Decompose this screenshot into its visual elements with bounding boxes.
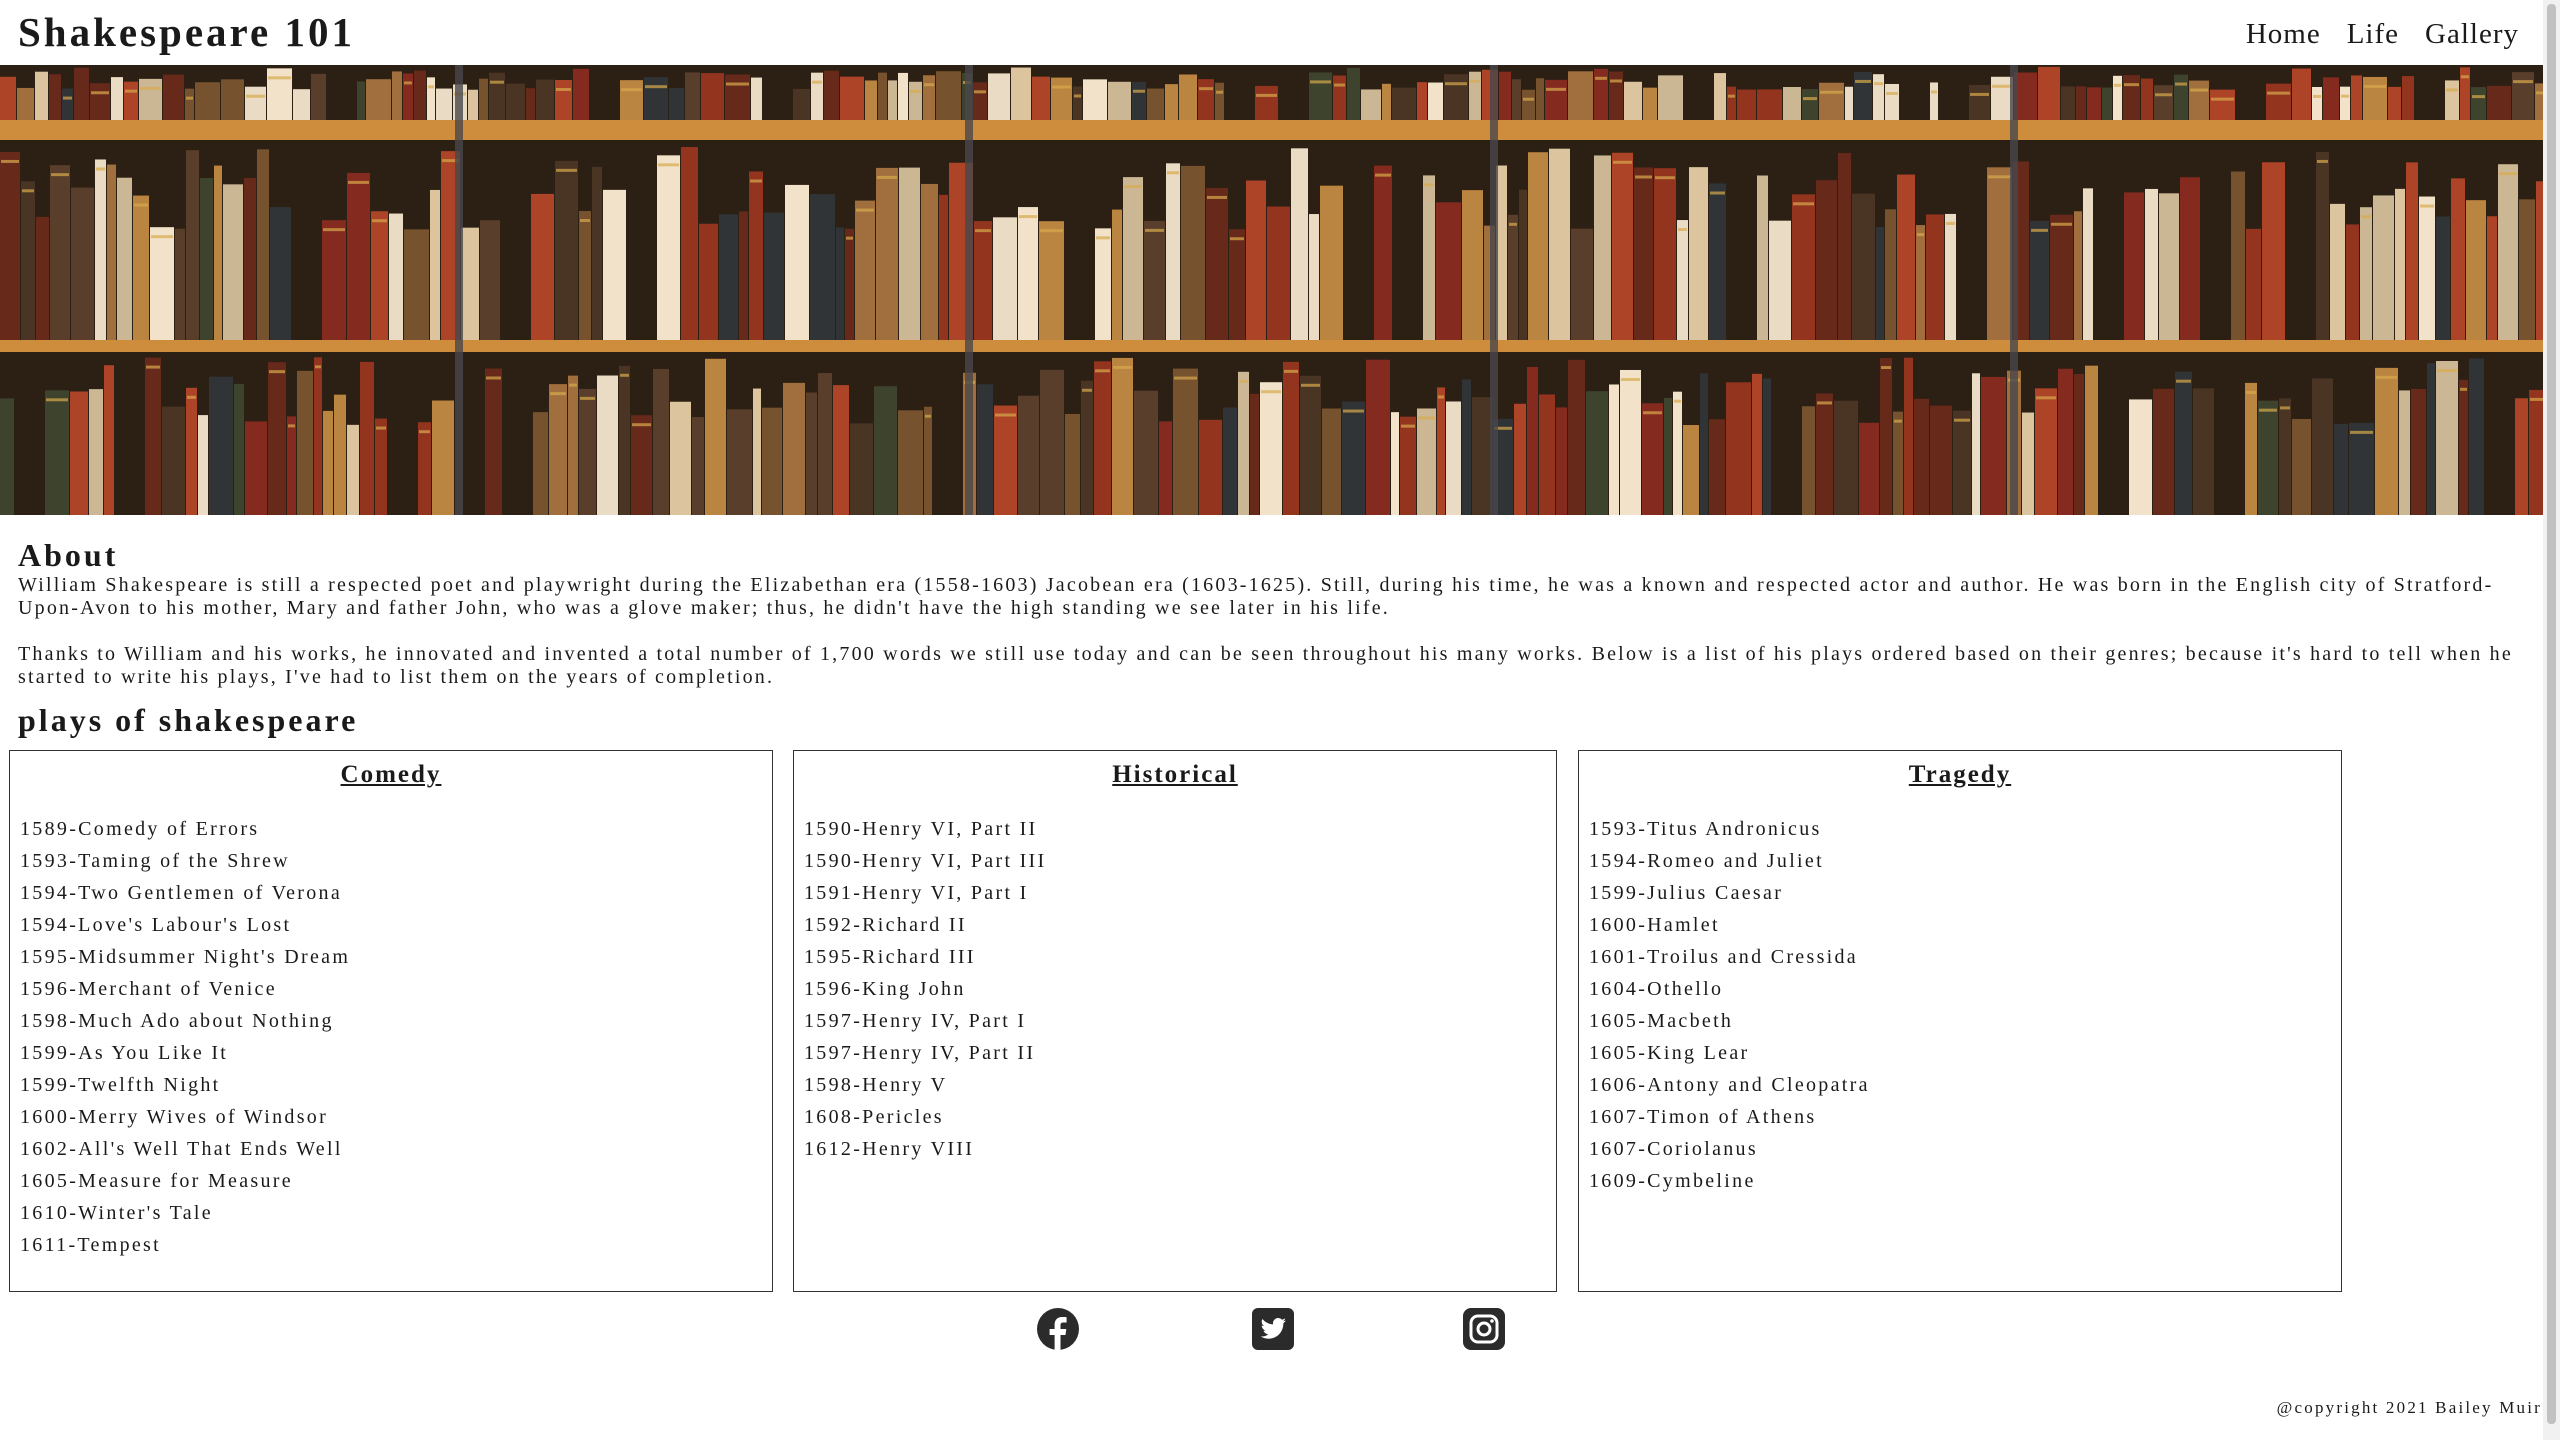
- tragedy-play-item: 1600-Hamlet: [1589, 914, 1720, 936]
- comedy-play-item: 1602-All's Well That Ends Well: [20, 1138, 343, 1160]
- tragedy-list: 1593-Titus Andronicus 1594-Romeo and Juli…: [1589, 813, 1870, 1197]
- comedy-play-item: 1598-Much Ado about Nothing: [20, 1010, 334, 1032]
- nav-home-link[interactable]: Home: [2246, 18, 2321, 51]
- tragedy-play-item: 1607-Timon of Athens: [1589, 1106, 1817, 1128]
- instagram-icon[interactable]: [1462, 1307, 1506, 1351]
- comedy-play-item: 1589-Comedy of Errors: [20, 818, 260, 840]
- tragedy-play-item: 1609-Cymbeline: [1589, 1170, 1756, 1192]
- copyright-text: @copyright 2021 Bailey Muir: [2276, 1398, 2542, 1417]
- historical-play-item: 1597-Henry IV, Part I: [804, 1010, 1027, 1032]
- tragedy-play-item: 1594-Romeo and Juliet: [1589, 850, 1824, 872]
- tragedy-play-item: 1605-Macbeth: [1589, 1010, 1734, 1032]
- about-paragraph-2: Thanks to William and his works, he inno…: [18, 643, 2513, 688]
- comedy-list: 1589-Comedy of Errors 1593-Taming of the …: [20, 813, 350, 1261]
- comedy-play-item: 1594-Love's Labour's Lost: [20, 914, 292, 936]
- historical-play-item: 1598-Henry V: [804, 1074, 948, 1096]
- historical-play-item: 1590-Henry VI, Part II: [804, 818, 1038, 840]
- bookshelf-hero-image: [0, 65, 2543, 515]
- tragedy-play-item: 1604-Othello: [1589, 978, 1724, 1000]
- comedy-play-item: 1599-Twelfth Night: [20, 1074, 221, 1096]
- tragedy-play-item: 1605-King Lear: [1589, 1042, 1750, 1064]
- tragedy-play-item: 1599-Julius Caesar: [1589, 882, 1784, 904]
- historical-play-item: 1592-Richard II: [804, 914, 967, 936]
- historical-play-item: 1612-Henry VIII: [804, 1138, 975, 1160]
- comedy-title: Comedy: [340, 761, 442, 788]
- scrollbar-thumb[interactable]: [2547, 4, 2556, 1424]
- about-paragraph-1: William Shakespeare is still a respected…: [18, 574, 2494, 619]
- historical-play-item: 1596-King John: [804, 978, 966, 1000]
- site-title: Shakespeare 101: [18, 9, 355, 55]
- historical-play-item: 1591-Henry VI, Part I: [804, 882, 1029, 904]
- tragedy-play-item: 1593-Titus Andronicus: [1589, 818, 1822, 840]
- comedy-play-item: 1605-Measure for Measure: [20, 1170, 293, 1192]
- comedy-play-item: 1611-Tempest: [20, 1234, 161, 1256]
- tragedy-title: Tragedy: [1908, 761, 2012, 788]
- plays-heading: plays of shakespeare: [18, 702, 359, 738]
- main-nav: Home Life Gallery: [2246, 18, 2519, 51]
- comedy-play-item: 1593-Taming of the Shrew: [20, 850, 290, 872]
- comedy-play-item: 1596-Merchant of Venice: [20, 978, 277, 1000]
- tragedy-play-item: 1601-Troilus and Cressida: [1589, 946, 1858, 968]
- facebook-icon[interactable]: [1036, 1307, 1080, 1351]
- historical-play-item: 1608-Pericles: [804, 1106, 944, 1128]
- historical-play-item: 1590-Henry VI, Part III: [804, 850, 1047, 872]
- about-section: About William Shakespeare is still a res…: [18, 536, 2523, 712]
- about-heading: About: [18, 537, 119, 573]
- tragedy-play-item: 1607-Coriolanus: [1589, 1138, 1758, 1160]
- tragedy-box: Tragedy 1593-Titus Andronicus 1594-Romeo …: [1578, 750, 2342, 1292]
- comedy-play-item: 1600-Merry Wives of Windsor: [20, 1106, 329, 1128]
- page-scrollbar[interactable]: [2543, 0, 2560, 1440]
- tragedy-play-item: 1606-Antony and Cleopatra: [1589, 1074, 1870, 1096]
- comedy-play-item: 1599-As You Like It: [20, 1042, 229, 1064]
- nav-gallery-link[interactable]: Gallery: [2425, 18, 2519, 51]
- nav-life-link[interactable]: Life: [2347, 18, 2399, 51]
- comedy-play-item: 1594-Two Gentlemen of Verona: [20, 882, 343, 904]
- historical-list: 1590-Henry VI, Part II 1590-Henry VI, Par…: [804, 813, 1046, 1165]
- twitter-icon[interactable]: [1251, 1307, 1295, 1351]
- historical-title: Historical: [1112, 761, 1238, 788]
- historical-play-item: 1595-Richard III: [804, 946, 976, 968]
- comedy-box: Comedy 1589-Comedy of Errors 1593-Taming …: [9, 750, 773, 1292]
- site-header: Shakespeare 101 Home Life Gallery: [0, 0, 2543, 65]
- comedy-play-item: 1595-Midsummer Night's Dream: [20, 946, 351, 968]
- historical-box: Historical 1590-Henry VI, Part II 1590-He…: [793, 750, 1557, 1292]
- comedy-play-item: 1610-Winter's Tale: [20, 1202, 213, 1224]
- historical-play-item: 1597-Henry IV, Part II: [804, 1042, 1036, 1064]
